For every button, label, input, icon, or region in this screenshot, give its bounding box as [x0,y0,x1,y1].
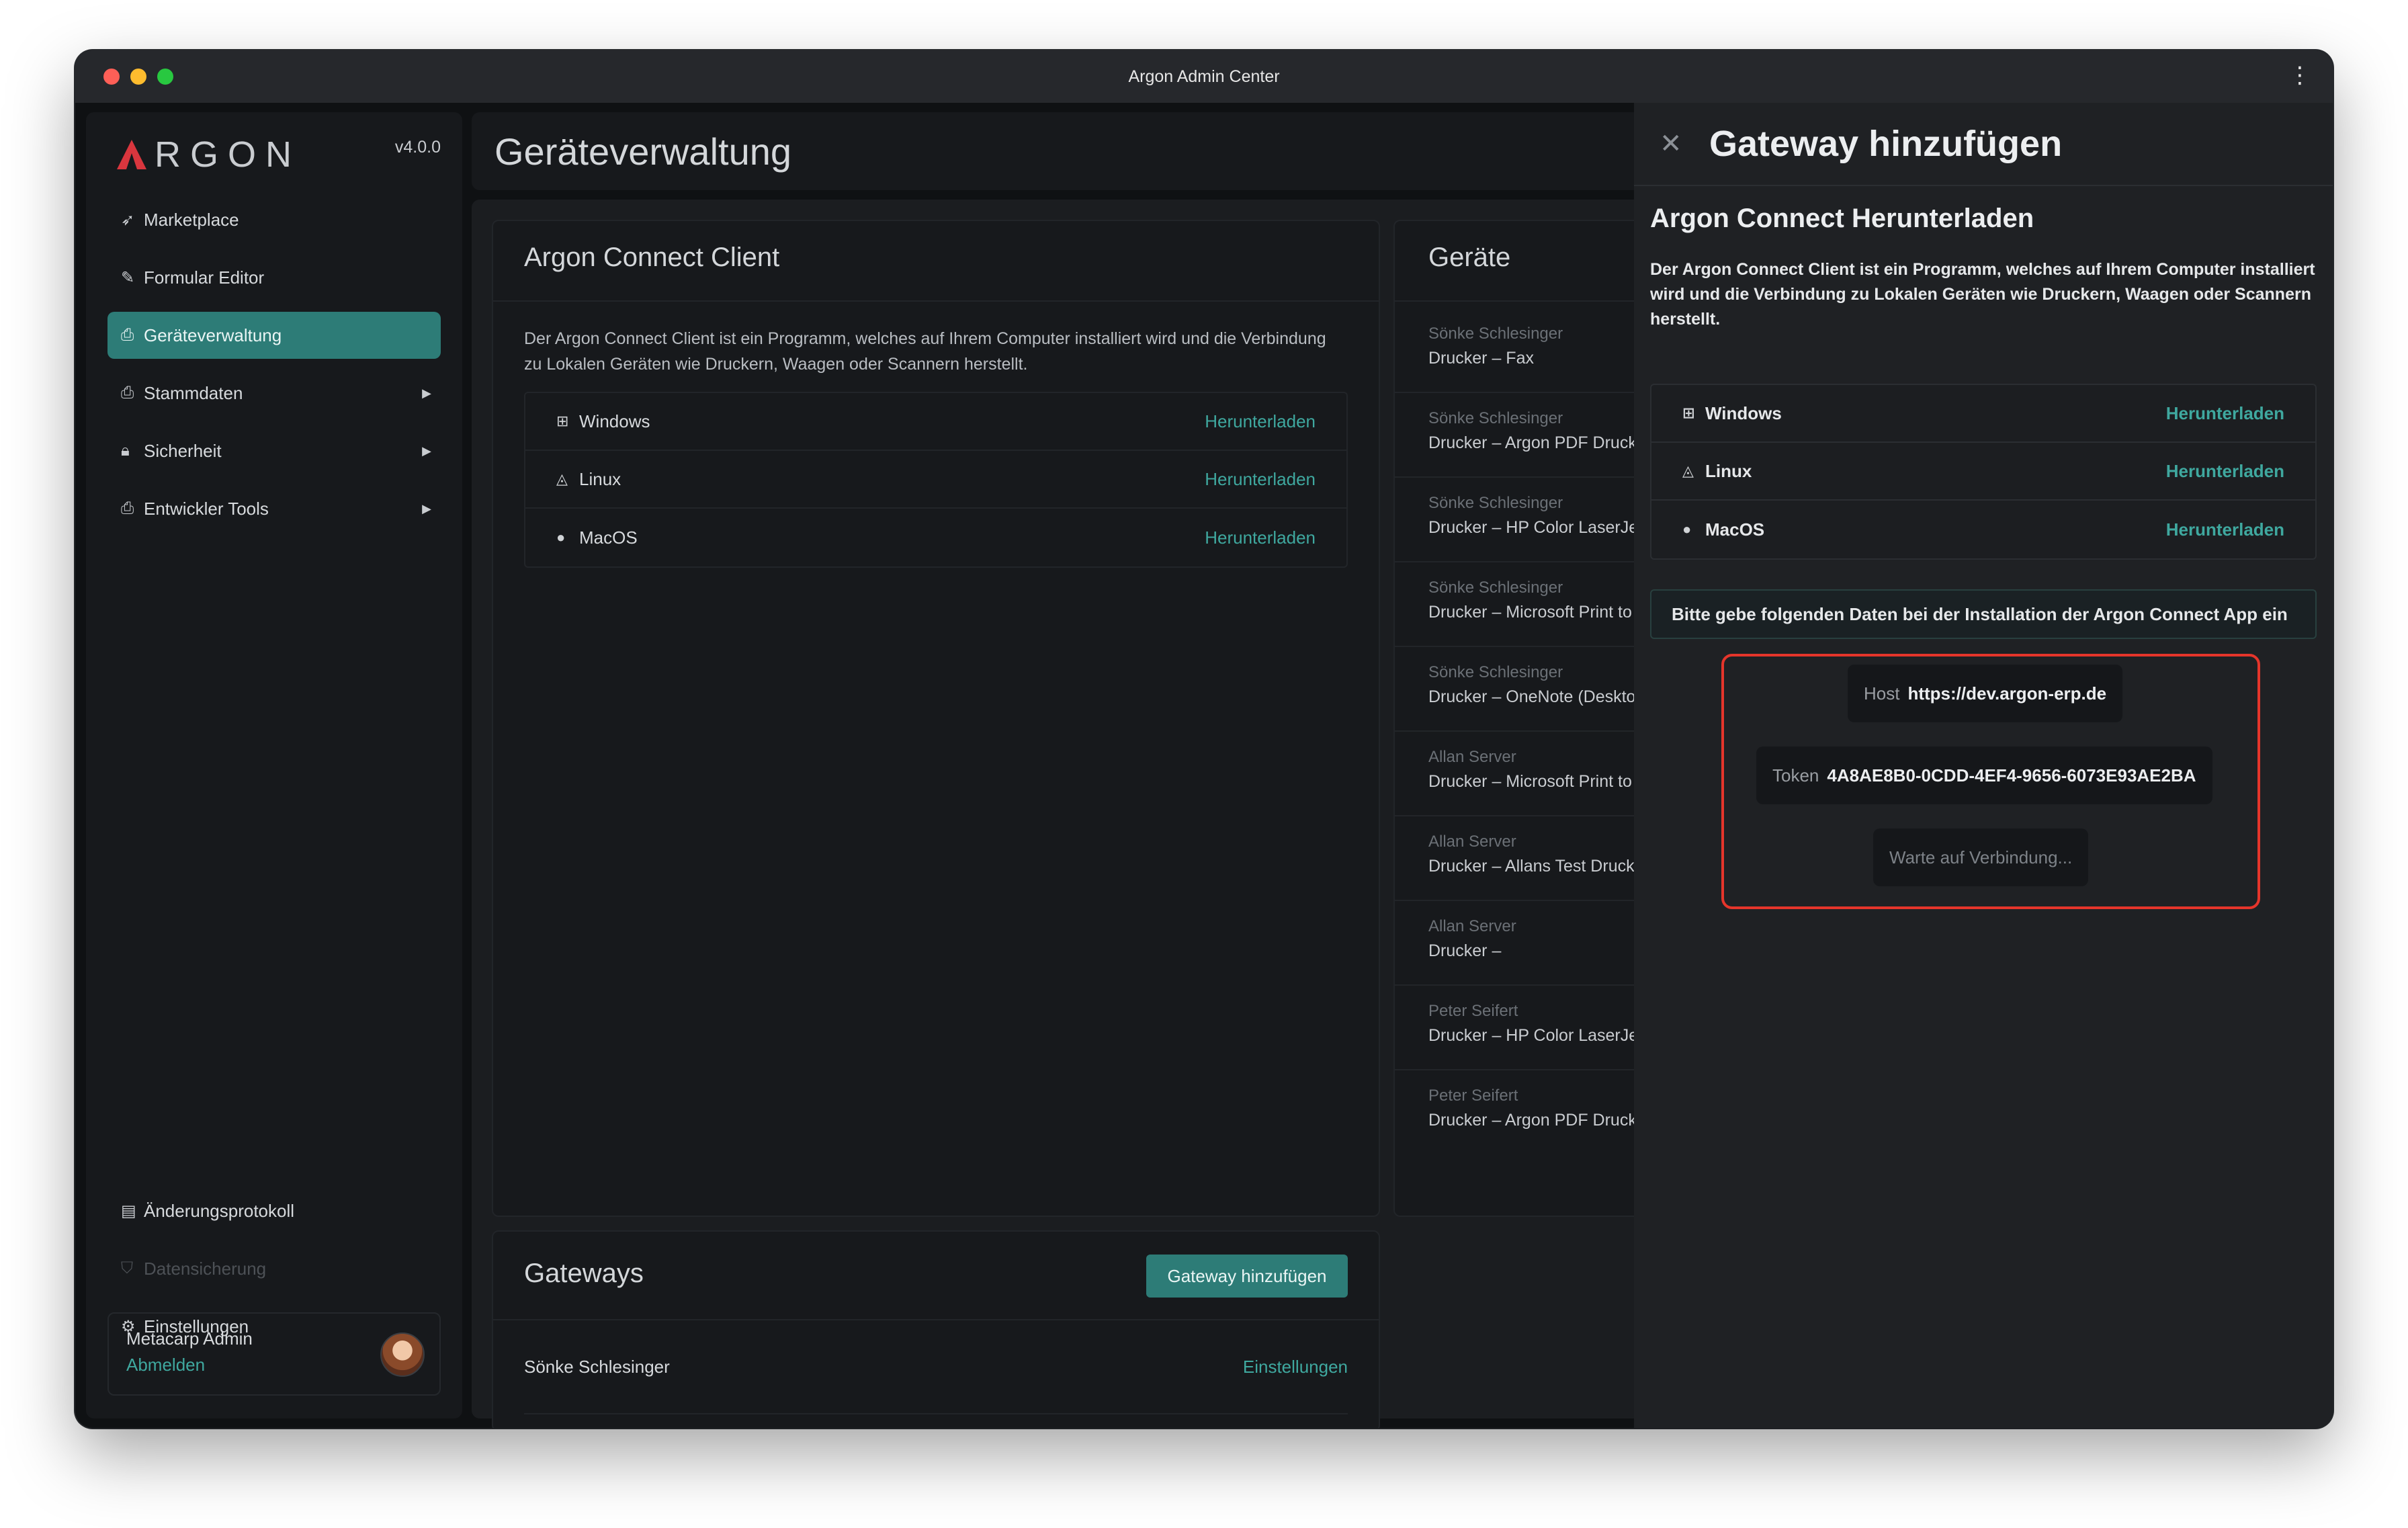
titlebar: Argon Admin Center ⋮ [75,50,2333,103]
windows-icon: ⊞ [556,413,569,429]
download-link[interactable]: Herunterladen [1205,527,1316,548]
os-label: Windows [579,411,650,431]
window-title: Argon Admin Center [1128,67,1280,86]
windows-icon: ⊞ [1682,405,1695,421]
drawer-description: Der Argon Connect Client ist ein Program… [1650,260,2315,329]
sidebar-item-marketplace[interactable]: ➶ Marketplace [108,196,441,243]
logo-text: RGON [155,134,301,175]
token-field[interactable]: Token 4A8AE8B0-0CDD-4EF4-9656-6073E93AE2… [1756,747,2212,804]
download-row-windows: ⊞ Windows Herunterladen [1651,385,2315,443]
rocket-icon: ➶ [121,210,135,229]
avatar[interactable] [380,1332,425,1377]
card-title: Argon Connect Client [493,221,1379,302]
more-options-icon[interactable]: ⋮ [2288,64,2311,87]
sidebar-item-label: Stammdaten [144,382,243,403]
download-row-windows: ⊞ Windows Herunterladen [525,393,1346,451]
add-gateway-button[interactable]: Gateway hinzufügen [1146,1255,1348,1298]
gateway-name: Sönke Schlesinger [524,1356,670,1377]
caret-right-icon: ▶ [422,501,431,515]
token-label: Token [1772,765,1819,786]
main-content: Argon Connect Client Der Argon Connect C… [472,200,1815,1428]
gateways-card: Gateways Gateway hinzufügen Sönke Schles… [492,1230,1380,1428]
window-controls [103,69,173,85]
version-label: v4.0.0 [394,138,441,157]
sidebar-item-datensicherung: ⛉ Datensicherung [108,1245,441,1292]
download-link[interactable]: Herunterladen [1205,469,1316,490]
download-link[interactable]: Herunterladen [1205,411,1316,432]
close-icon[interactable]: ✕ [1660,128,1698,159]
sidebar-item-label: Geräteverwaltung [144,325,282,345]
download-link[interactable]: Herunterladen [2166,403,2284,424]
os-label: Linux [579,468,621,489]
sidebar-item-formular-editor[interactable]: ✎ Formular Editor [108,254,441,301]
file-icon: ▤ [121,1201,136,1220]
host-label: Host [1864,683,1900,704]
download-row-macos: ● MacOS Herunterladen [525,509,1346,566]
user-name: Metacarp Admin [126,1328,253,1349]
maximize-window-button[interactable] [157,69,173,85]
host-field[interactable]: Host https://dev.argon-erp.de [1848,665,2123,722]
info-banner: Bitte gebe folgenden Daten bei der Insta… [1650,589,2317,639]
gateway-settings-link[interactable]: Einstellungen [1243,1357,1348,1377]
sidebar-item-stammdaten[interactable]: ⎙ Stammdaten ▶ [108,370,441,417]
apple-icon: ● [556,529,566,546]
sidebar-item-label: Änderungsprotokoll [144,1200,295,1221]
os-label: Windows [1705,402,1782,423]
sidebar-item-entwickler-tools[interactable]: ⎙ Entwickler Tools ▶ [108,485,441,532]
connection-details-box: Host https://dev.argon-erp.de Token 4A8A… [1721,654,2260,909]
argon-logo-icon [117,140,146,169]
waiting-status: Warte auf Verbindung... [1873,829,2089,886]
connect-client-card: Argon Connect Client Der Argon Connect C… [492,220,1380,1217]
host-value: https://dev.argon-erp.de [1907,683,2107,704]
page-header: Geräteverwaltung [472,112,1815,190]
download-row-linux: ◬ Linux Herunterladen [1651,443,2315,501]
drawer-title: Gateway hinzufügen [1709,124,2063,164]
caret-right-icon: ▶ [422,443,431,458]
linux-icon: ◬ [1682,462,1694,479]
sidebar-item-label: Formular Editor [144,267,265,288]
sidebar-item-label: Entwickler Tools [144,498,269,519]
sidebar-item-label: Sicherheit [144,440,222,461]
minimize-window-button[interactable] [130,69,146,85]
linux-icon: ◬ [556,470,568,487]
download-row-linux: ◬ Linux Herunterladen [525,451,1346,509]
caret-right-icon: ▶ [422,386,431,400]
os-label: MacOS [1705,519,1765,540]
logout-link[interactable]: Abmelden [126,1355,422,1375]
drawer-header: ✕ Gateway hinzufügen [1634,103,2333,186]
card-description: Der Argon Connect Client ist ein Program… [524,329,1326,374]
close-window-button[interactable] [103,69,120,85]
shield-icon: ⛉ [121,1259,133,1277]
lock-icon: 🔒︎ [121,441,130,460]
printer-icon: ⎙ [121,499,134,517]
printer-icon: ⎙ [121,326,134,344]
os-label: Linux [1705,460,1752,481]
download-list: ⊞ Windows Herunterladen ◬ Linux Herunter… [524,392,1348,568]
pen-icon: ✎ [121,268,135,287]
sidebar-item-label: Datensicherung [144,1258,267,1279]
app-window: Argon Admin Center ⋮ RGON v4.0.0 ➶ Marke… [75,50,2333,1428]
sidebar: RGON v4.0.0 ➶ Marketplace ✎ Formular Edi… [86,112,462,1418]
add-gateway-drawer: ✕ Gateway hinzufügen Argon Connect Herun… [1634,103,2333,1428]
os-label: MacOS [579,527,638,548]
download-link[interactable]: Herunterladen [2166,519,2284,540]
logo: RGON [117,134,301,175]
download-link[interactable]: Herunterladen [2166,461,2284,482]
gateway-row: Sönke Schlesinger Einstellungen [524,1320,1348,1414]
download-row-macos: ● MacOS Herunterladen [1651,501,2315,558]
drawer-subtitle: Argon Connect Herunterladen [1650,204,2034,233]
user-card: Metacarp Admin Abmelden [108,1312,441,1396]
apple-icon: ● [1682,521,1692,538]
sidebar-item-geraeteverwaltung[interactable]: ⎙ Geräteverwaltung [108,312,441,359]
printer-icon: ⎙ [121,384,134,402]
page-title: Geräteverwaltung [494,130,792,173]
sidebar-nav: ➶ Marketplace ✎ Formular Editor ⎙ Geräte… [108,196,441,543]
sidebar-item-aenderungsprotokoll[interactable]: ▤ Änderungsprotokoll [108,1187,441,1234]
token-value: 4A8AE8B0-0CDD-4EF4-9656-6073E93AE2BA [1827,765,2196,786]
sidebar-item-label: Marketplace [144,209,239,230]
drawer-download-list: ⊞ Windows Herunterladen ◬ Linux Herunter… [1650,384,2317,560]
sidebar-item-sicherheit[interactable]: 🔒︎ Sicherheit ▶ [108,427,441,474]
